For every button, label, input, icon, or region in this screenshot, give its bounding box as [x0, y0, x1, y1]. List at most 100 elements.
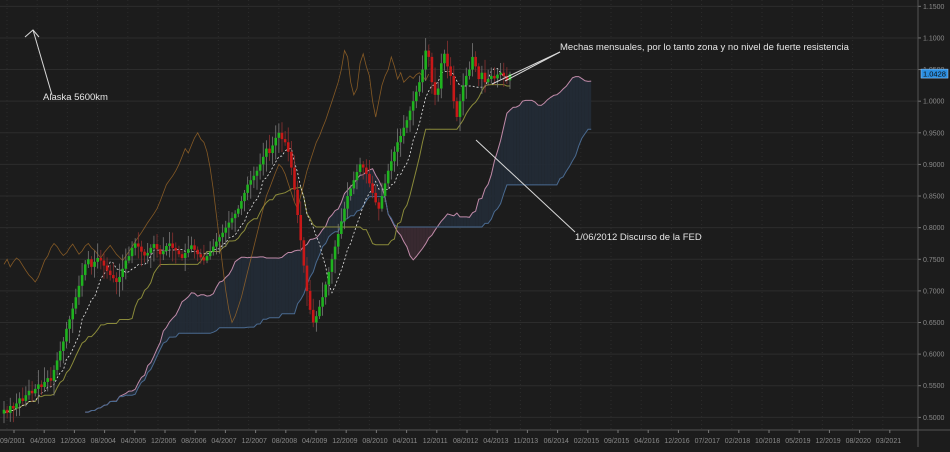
- y-tick-label: 0.9000: [923, 162, 945, 169]
- cloud-segment: [257, 257, 260, 324]
- candle-body: [134, 243, 137, 247]
- candle-body: [121, 269, 124, 277]
- x-tick-label: 04/2005: [121, 438, 146, 445]
- candle-body: [293, 168, 296, 190]
- candle-body: [90, 259, 93, 267]
- candle-body: [9, 406, 12, 413]
- cloud-segment: [273, 258, 276, 318]
- candle-body: [249, 180, 252, 184]
- cloud-segment: [547, 97, 550, 185]
- cloud-segment: [448, 214, 451, 227]
- x-tick-label: 03/2021: [876, 438, 901, 445]
- candle-body: [96, 258, 99, 262]
- y-tick-label: 1.1000: [923, 35, 945, 42]
- y-tick-label: 0.9500: [923, 130, 945, 137]
- cloud-segment: [588, 81, 591, 129]
- cloud-segment: [238, 257, 241, 327]
- candle-body: [309, 291, 312, 310]
- cloud-segment: [513, 107, 516, 185]
- candle-body: [340, 221, 343, 234]
- candle-body: [440, 63, 443, 88]
- candle-body: [384, 183, 387, 196]
- cloud-segment: [360, 175, 363, 210]
- x-tick-label: 12/2005: [151, 438, 176, 445]
- candle-body: [40, 384, 43, 387]
- x-tick-label: 08/2020: [846, 438, 871, 445]
- cloud-segment: [235, 259, 238, 327]
- cloud-segment: [479, 198, 482, 227]
- candle-body: [456, 101, 459, 117]
- candle-body: [81, 275, 84, 286]
- candle-body: [118, 277, 121, 282]
- candle-body: [387, 171, 390, 184]
- cloud-segment: [310, 239, 313, 277]
- cloud-segment: [416, 227, 419, 256]
- cloud-segment: [529, 100, 532, 184]
- cloud-segment: [507, 110, 510, 185]
- x-tick-label: 12/2007: [242, 438, 267, 445]
- cloud-segment: [460, 217, 463, 227]
- candle-body: [59, 351, 62, 360]
- candle-body: [290, 152, 293, 168]
- candle-body: [337, 234, 340, 247]
- candle-body: [365, 168, 368, 174]
- cloud-segment: [535, 102, 538, 185]
- cloud-segment: [263, 257, 266, 319]
- candle-body: [137, 243, 140, 246]
- candle-body: [418, 82, 421, 91]
- candle-body: [487, 79, 490, 82]
- candle-body: [162, 251, 165, 254]
- candle-body: [243, 193, 246, 201]
- cloud-segment: [276, 258, 279, 318]
- cloud-segment: [279, 257, 282, 317]
- candle-body: [496, 75, 499, 79]
- cloud-segment: [210, 294, 213, 334]
- candle-body: [34, 389, 37, 393]
- candle-body: [318, 307, 321, 316]
- candle-body: [31, 391, 34, 394]
- candle-body: [184, 253, 187, 258]
- cloud-segment: [191, 293, 194, 334]
- x-tick-label: 12/2019: [815, 438, 840, 445]
- candle-body: [412, 101, 415, 110]
- candle-body: [215, 242, 218, 247]
- y-tick-label: 0.5000: [923, 415, 945, 422]
- candle-body: [190, 245, 193, 249]
- candle-body: [153, 244, 156, 248]
- x-tick-label: 04/2003: [30, 438, 55, 445]
- candle-body: [131, 248, 134, 256]
- cloud-segment: [544, 100, 547, 185]
- cloud-segment: [410, 227, 413, 260]
- candle-body: [256, 171, 259, 176]
- cloud-segment: [129, 391, 132, 395]
- candle-body: [140, 247, 143, 252]
- x-tick-label: 08/2004: [91, 438, 116, 445]
- candle-body: [268, 149, 271, 153]
- candle-body: [390, 161, 393, 170]
- y-tick-label: 1.1500: [923, 4, 945, 11]
- candle-body: [349, 188, 352, 196]
- candle-body: [15, 403, 18, 408]
- candle-body: [6, 410, 9, 413]
- candle-body: [37, 384, 40, 388]
- candle-body: [199, 254, 202, 257]
- candle-body: [462, 85, 465, 101]
- x-tick-label: 04/2013: [483, 438, 508, 445]
- y-tick-label: 0.7500: [923, 257, 945, 264]
- candle-body: [234, 214, 237, 218]
- candle-body: [62, 341, 65, 350]
- x-tick-label: 08/2008: [272, 438, 297, 445]
- candle-body: [499, 73, 502, 75]
- candle-body: [431, 57, 434, 82]
- last-price-label: 1.0428: [923, 70, 946, 79]
- candle-body: [303, 240, 306, 265]
- candle-body: [378, 202, 381, 208]
- candle-body: [281, 133, 284, 139]
- candle-body: [193, 245, 196, 249]
- candle-body: [424, 51, 427, 70]
- cloud-segment: [201, 295, 204, 333]
- x-tick-label: 09/2001: [0, 438, 25, 445]
- x-tick-label: 08/2010: [362, 438, 387, 445]
- cloud-segment: [572, 77, 575, 161]
- cloud-segment: [182, 300, 185, 334]
